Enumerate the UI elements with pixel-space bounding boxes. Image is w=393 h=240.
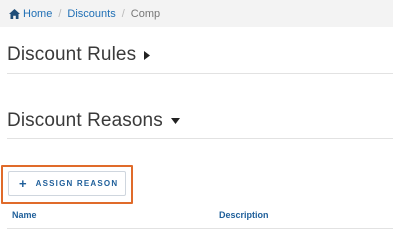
table-header: Name Description bbox=[0, 210, 393, 222]
breadcrumb-separator: / bbox=[58, 7, 62, 20]
breadcrumb: Home / Discounts / Comp bbox=[0, 0, 393, 27]
discount-reasons-toggle[interactable]: Discount Reasons bbox=[7, 109, 180, 133]
discount-rules-title: Discount Rules bbox=[7, 44, 137, 65]
discount-reasons-title: Discount Reasons bbox=[7, 110, 163, 131]
breadcrumb-home-link[interactable]: Home bbox=[9, 8, 52, 20]
breadcrumb-home-label[interactable]: Home bbox=[23, 8, 52, 20]
breadcrumb-discounts-link[interactable]: Discounts bbox=[67, 8, 115, 20]
divider bbox=[7, 138, 393, 139]
caret-down-icon bbox=[170, 118, 180, 124]
assign-reason-button[interactable]: + ASSIGN REASON bbox=[8, 171, 126, 196]
breadcrumb-current: Comp bbox=[130, 7, 161, 20]
caret-right-icon bbox=[144, 50, 151, 60]
plus-icon: + bbox=[19, 176, 27, 191]
column-header-name[interactable]: Name bbox=[12, 210, 37, 220]
column-header-description[interactable]: Description bbox=[219, 210, 269, 220]
breadcrumb-separator: / bbox=[121, 7, 125, 20]
assign-reason-label: ASSIGN REASON bbox=[35, 179, 119, 188]
divider bbox=[7, 228, 393, 229]
discount-rules-toggle[interactable]: Discount Rules bbox=[7, 43, 151, 67]
divider bbox=[7, 73, 393, 74]
home-icon bbox=[9, 8, 20, 19]
